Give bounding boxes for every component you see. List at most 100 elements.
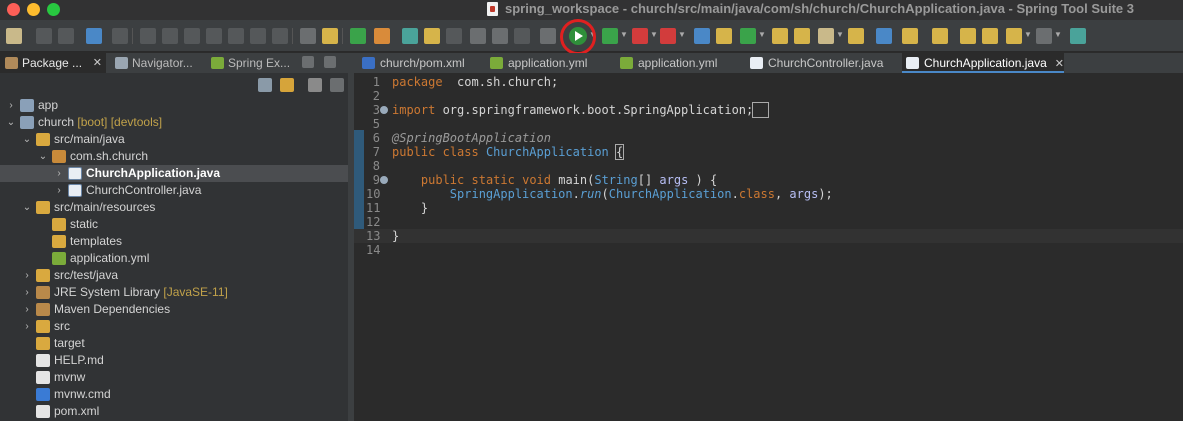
tree-item[interactable]: templates: [0, 233, 348, 250]
pilcrow-icon[interactable]: [514, 28, 530, 44]
save-icon[interactable]: [36, 28, 52, 44]
forward-icon-a[interactable]: [982, 28, 998, 44]
view-menu-icon[interactable]: [330, 78, 344, 92]
toggle-mark-icon[interactable]: [446, 28, 462, 44]
tree-item[interactable]: › src: [0, 318, 348, 335]
close-icon[interactable]: ✕: [93, 53, 102, 73]
open-type-icon[interactable]: [772, 28, 788, 44]
save-all-icon[interactable]: [58, 28, 74, 44]
open-task-icon[interactable]: [848, 28, 864, 44]
zoom-window-button[interactable]: [47, 3, 60, 16]
prev-annotation-icon[interactable]: [932, 28, 948, 44]
chevron-down-icon[interactable]: ⌄: [38, 148, 48, 165]
code-line[interactable]: 6 @SpringBootApplication: [354, 131, 1183, 145]
chevron-down-icon[interactable]: ⌄: [22, 199, 32, 216]
external-tools-icon[interactable]: [660, 28, 676, 44]
new-class-icon[interactable]: [740, 28, 756, 44]
step-return-icon[interactable]: [272, 28, 288, 44]
editor-tab[interactable]: ChurchController.java: [746, 53, 883, 73]
code-line[interactable]: 3 import org.springframework.boot.SpringA…: [354, 102, 1183, 118]
code-line[interactable]: 13}: [354, 229, 1183, 243]
code-line[interactable]: 8: [354, 159, 1183, 173]
close-window-button[interactable]: [7, 3, 20, 16]
search-icon[interactable]: [818, 28, 834, 44]
fold-toggle-icon[interactable]: [380, 106, 388, 114]
highlighter-icon[interactable]: [424, 28, 440, 44]
code-line[interactable]: 9 public static void main(String[] args …: [354, 173, 1183, 187]
suspend-icon[interactable]: [162, 28, 178, 44]
chevron-right-icon[interactable]: ›: [22, 267, 32, 284]
chevron-right-icon[interactable]: ›: [22, 318, 32, 335]
forward-icon[interactable]: [1036, 28, 1052, 44]
disconnect-icon[interactable]: [206, 28, 222, 44]
step-into-icon[interactable]: [228, 28, 244, 44]
minimize-window-button[interactable]: [27, 3, 40, 16]
globe-icon[interactable]: [876, 28, 892, 44]
code-line[interactable]: 1 package com.sh.church;: [354, 75, 1183, 89]
resume-icon[interactable]: [140, 28, 156, 44]
link-with-editor-icon[interactable]: [280, 78, 294, 92]
next-annotation-icon[interactable]: [902, 28, 918, 44]
editor-tab[interactable]: ChurchApplication.java ✕: [902, 53, 1064, 73]
tab-navigator[interactable]: Navigator...: [110, 53, 204, 73]
tree-item[interactable]: › ChurchController.java: [0, 182, 348, 199]
tree-item[interactable]: target: [0, 335, 348, 352]
filter-icon[interactable]: [308, 78, 322, 92]
chevron-down-icon[interactable]: ⌄: [6, 114, 16, 131]
tree-item[interactable]: › src/test/java: [0, 267, 348, 284]
block-selection-icon[interactable]: [492, 28, 508, 44]
code-line[interactable]: 2: [354, 89, 1183, 103]
tree-item[interactable]: ⌄ church [boot] [devtools]: [0, 114, 348, 131]
chevron-down-icon[interactable]: ⌄: [22, 131, 32, 148]
code-line[interactable]: 5: [354, 117, 1183, 131]
chevron-right-icon[interactable]: ›: [6, 97, 16, 114]
stop-icon[interactable]: [632, 28, 648, 44]
editor-tab[interactable]: application.yml: [486, 53, 587, 73]
debug-tool-icon[interactable]: [402, 28, 418, 44]
editor-tab[interactable]: application.yml: [616, 53, 717, 73]
collapse-all-icon[interactable]: [258, 78, 272, 92]
console-icon[interactable]: [86, 28, 102, 44]
tree-item[interactable]: › Maven Dependencies: [0, 301, 348, 318]
code-line[interactable]: 7 public class ChurchApplication {: [354, 144, 1183, 160]
debug-icon[interactable]: [540, 28, 556, 44]
back-icon[interactable]: [1006, 28, 1022, 44]
close-icon[interactable]: ✕: [1055, 58, 1064, 70]
fold-toggle-icon[interactable]: [380, 176, 388, 184]
tree-item[interactable]: application.yml: [0, 250, 348, 267]
show-whitespace-icon[interactable]: [470, 28, 486, 44]
terminate-icon[interactable]: [184, 28, 200, 44]
last-edit-location-icon[interactable]: [960, 28, 976, 44]
tree-item[interactable]: static: [0, 216, 348, 233]
code-line[interactable]: 11 }: [354, 201, 1183, 215]
drop-to-frame-icon[interactable]: [300, 28, 316, 44]
code-line[interactable]: 12: [354, 215, 1183, 229]
relaunch-icon[interactable]: [374, 28, 390, 44]
chevron-right-icon[interactable]: ›: [54, 182, 64, 199]
boot-dashboard-icon[interactable]: [350, 28, 366, 44]
tree-item[interactable]: HELP.md: [0, 352, 348, 369]
tab-spring-explorer[interactable]: Spring Ex...: [206, 53, 298, 73]
perspective-icon[interactable]: [1070, 28, 1086, 44]
step-over-icon[interactable]: [250, 28, 266, 44]
use-step-filters-icon[interactable]: [322, 28, 338, 44]
tree-item[interactable]: mvnw.cmd: [0, 386, 348, 403]
maximize-view-icon[interactable]: [324, 56, 336, 68]
chevron-right-icon[interactable]: ›: [22, 284, 32, 301]
minimize-view-icon[interactable]: [302, 56, 314, 68]
code-line[interactable]: 10 SpringApplication.run(ChurchApplicati…: [354, 187, 1183, 201]
new-icon[interactable]: [6, 28, 22, 44]
tree-item[interactable]: › ChurchApplication.java: [0, 165, 348, 182]
code-line[interactable]: 14: [354, 243, 1183, 257]
tree-item[interactable]: › app: [0, 97, 348, 114]
tree-item[interactable]: ⌄ src/main/resources: [0, 199, 348, 216]
tree-item[interactable]: ⌄ com.sh.church: [0, 148, 348, 165]
chevron-right-icon[interactable]: ›: [22, 301, 32, 318]
new-java-project-icon[interactable]: [694, 28, 710, 44]
skip-breakpoints-icon[interactable]: [112, 28, 128, 44]
new-package-icon[interactable]: [716, 28, 732, 44]
editor-tab[interactable]: church/pom.xml: [358, 53, 465, 73]
run-config-icon[interactable]: [602, 28, 618, 44]
tree-item[interactable]: › JRE System Library [JavaSE-11]: [0, 284, 348, 301]
tree-item[interactable]: pom.xml: [0, 403, 348, 420]
